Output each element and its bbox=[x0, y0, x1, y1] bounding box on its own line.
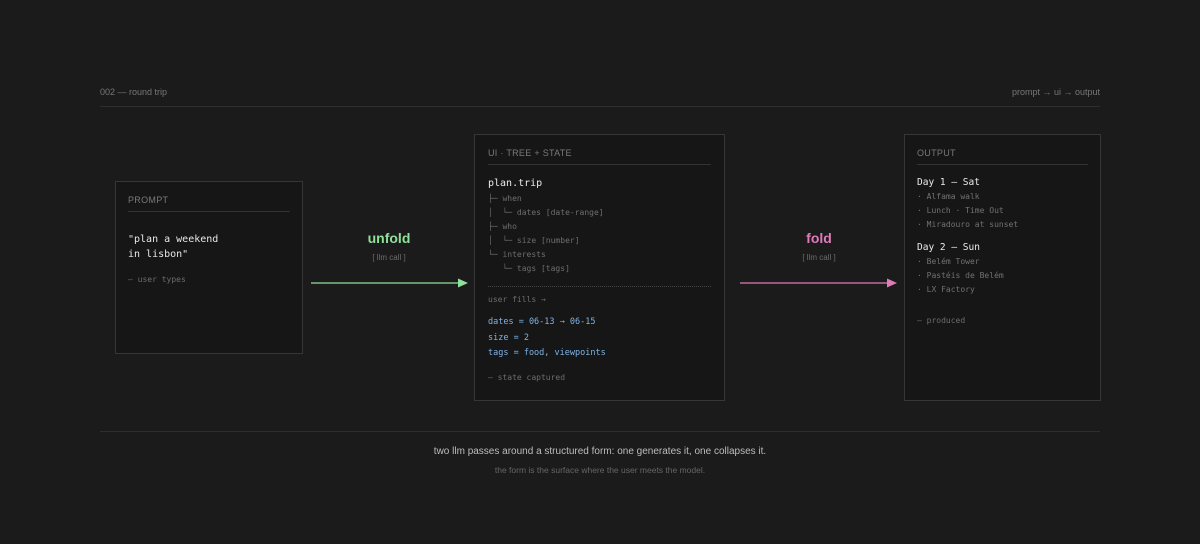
prompt-card-title: PROMPT bbox=[128, 195, 169, 205]
itinerary-item: · LX Factory bbox=[917, 285, 975, 294]
state-line: size = 2 bbox=[488, 332, 529, 343]
user-fills-label: user fills → bbox=[488, 295, 546, 304]
tree-node: │ └─ dates [date-range] bbox=[488, 208, 604, 217]
prompt-card: PROMPT "plan a weekend in lisbon" — user… bbox=[115, 181, 303, 354]
fold-sub: [ llm call ] bbox=[802, 253, 836, 262]
output-card-rule bbox=[917, 164, 1088, 165]
tree-node: └─ tags [tags] bbox=[488, 264, 570, 273]
state-values: dates = 06-13 → 06-15 size = 2 tags = fo… bbox=[488, 315, 711, 362]
tree-root: plan.trip bbox=[488, 178, 543, 189]
output-note: — produced bbox=[917, 316, 966, 325]
output-card-title: OUTPUT bbox=[917, 148, 956, 158]
dotted-divider bbox=[488, 286, 711, 287]
tree-node: └─ interests bbox=[488, 250, 546, 259]
itinerary-item: · Belém Tower bbox=[917, 257, 980, 266]
fold-arrow bbox=[740, 278, 897, 288]
unfold-sub: [ llm call ] bbox=[372, 253, 406, 262]
state-note: — state captured bbox=[488, 372, 566, 382]
day-1-title: Day 1 — Sat bbox=[917, 177, 980, 188]
ui-card-title: UI · TREE + STATE bbox=[488, 148, 572, 158]
itinerary-item: · Pastéis de Belém bbox=[917, 271, 1004, 280]
tree-node: ├─ who bbox=[488, 222, 517, 231]
state-line: dates = 06-13 → 06-15 bbox=[488, 317, 596, 327]
sub-caption: the form is the surface where the user m… bbox=[494, 465, 706, 475]
state-line: tags = food, viewpoints bbox=[488, 348, 606, 358]
unfold-label: unfold bbox=[367, 230, 411, 246]
ui-tree-card: UI · TREE + STATE plan.trip ├─ when │ └─… bbox=[474, 134, 725, 401]
prompt-text: "plan a weekend in lisbon" bbox=[128, 234, 219, 260]
tree-node: ├─ when bbox=[488, 194, 522, 203]
itinerary-item: · Alfama walk bbox=[917, 192, 980, 201]
output-card: OUTPUT Day 1 — Sat · Alfama walk · Lunch… bbox=[904, 134, 1101, 401]
ui-card-rule bbox=[488, 164, 711, 165]
flow-label: prompt → ui → output bbox=[1011, 87, 1100, 97]
itinerary-item: · Miradouro at sunset bbox=[917, 220, 1019, 229]
prompt-note: — user types bbox=[128, 275, 186, 284]
fold-label: fold bbox=[806, 230, 832, 246]
caption: two llm passes around a structured form:… bbox=[433, 446, 767, 457]
day-2-title: Day 2 — Sun bbox=[917, 242, 980, 253]
unfold-arrow bbox=[311, 278, 468, 288]
tree: ├─ when │ └─ dates [date-range] ├─ who │… bbox=[488, 192, 711, 276]
section-label: 002 — round trip bbox=[100, 87, 168, 97]
prompt-card-rule bbox=[128, 211, 290, 212]
tree-node: │ └─ size [number] bbox=[488, 236, 580, 245]
itinerary-item: · Lunch · Time Out bbox=[917, 206, 1004, 215]
bottom-divider bbox=[100, 431, 1100, 432]
top-divider bbox=[100, 106, 1100, 107]
